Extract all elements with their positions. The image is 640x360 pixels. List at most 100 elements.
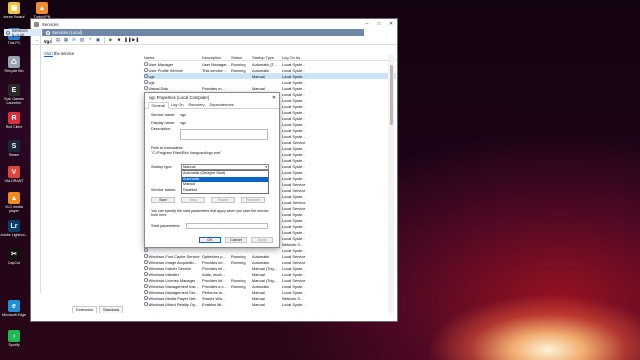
desktop-icon-2[interactable]: ▲ TurboVPN: [28, 2, 56, 19]
log-on-as-cell: Local Syste...: [282, 157, 306, 163]
tree-item-services-local[interactable]: Services (Local): [4, 28, 40, 38]
app-icon: e: [8, 300, 20, 312]
startup-type-cell: Manual: [252, 271, 265, 277]
minimize-icon[interactable]: –: [361, 21, 373, 27]
log-on-as-cell: Local Service: [282, 199, 306, 205]
service-name-row: Service name: vgc: [151, 111, 275, 119]
option-disabled[interactable]: Disabled: [182, 188, 268, 194]
stop-button[interactable]: Stop: [181, 197, 205, 203]
tab-recovery[interactable]: Recovery: [186, 102, 207, 108]
log-on-as-cell: Local Syste...: [282, 235, 306, 241]
log-on-as-cell: Local Syste...: [282, 283, 306, 289]
general-tab-body: Service name: vgc Display name: vgc Desc…: [151, 111, 275, 229]
gear-icon: [144, 302, 148, 306]
log-on-as-cell: Local Service: [282, 205, 306, 211]
desktop-icon-12[interactable]: e Microsoft Edge: [0, 300, 28, 317]
vertical-scrollbar[interactable]: [388, 55, 394, 313]
startup-type-cell: Manual: [252, 289, 265, 295]
description-row: Description:: [151, 127, 275, 140]
window-title: Services: [42, 21, 59, 27]
start-button[interactable]: Start: [151, 197, 175, 203]
stop-service-icon[interactable]: ■: [116, 37, 122, 43]
service-name-text: Windows Insider Service: [148, 265, 192, 271]
gear-icon: [144, 284, 148, 288]
gear-icon: [144, 278, 148, 282]
tab-log-on[interactable]: Log On: [169, 102, 186, 108]
selected-service-name: vgc: [44, 39, 52, 44]
log-on-as-cell: Local Service: [282, 139, 306, 145]
description-cell: Provides m...: [202, 85, 225, 91]
service-name-text: Windows Media Player Net...: [148, 295, 199, 301]
service-name-cell: Windows Image Acquisitio...: [144, 260, 202, 265]
start-service-link[interactable]: Start: [44, 51, 53, 56]
restart-service-icon[interactable]: ▶❚: [132, 37, 139, 43]
gear-icon: [144, 266, 148, 270]
dialog-title: vgc Properties (Local Computer): [149, 95, 210, 100]
status-cell: Running: [231, 67, 246, 73]
column-header-description[interactable]: Description: [202, 55, 231, 60]
description-cell: Enables Mi...: [202, 301, 225, 307]
apply-button[interactable]: Apply: [251, 237, 273, 243]
scrollbar-thumb[interactable]: [389, 65, 393, 125]
maximize-icon[interactable]: □: [373, 21, 385, 27]
desktop-icon-1[interactable]: ▣ Imran Yousuf: [0, 2, 28, 19]
service-name-cell: Windows Mixed Reality Op...: [144, 302, 202, 307]
startup-type-cell: Automatic: [252, 67, 270, 73]
tab-general[interactable]: General: [148, 102, 169, 109]
log-on-as-cell: Network S...: [282, 241, 304, 247]
column-header-name[interactable]: Name: [144, 55, 202, 60]
status-cell: Running: [231, 61, 246, 67]
log-on-as-cell: Local Syste...: [282, 145, 306, 151]
service-name-cell: vgc: [144, 74, 202, 79]
log-on-as-cell: Local Syste...: [282, 85, 306, 91]
service-name-text: vgc: [148, 73, 155, 79]
log-on-as-cell: Local Syste...: [282, 301, 306, 307]
tab-standard[interactable]: Standard: [98, 306, 124, 313]
column-header-log-on-as[interactable]: Log On As: [282, 55, 312, 60]
log-on-as-cell: Local Syste...: [282, 109, 306, 115]
pause-button[interactable]: Pause: [211, 197, 235, 203]
log-on-as-cell: Local Service: [282, 187, 306, 193]
log-on-as-cell: Local Syste...: [282, 289, 306, 295]
log-on-as-cell: Local Syste...: [282, 133, 306, 139]
gear-icon: [144, 260, 148, 264]
cancel-button[interactable]: Cancel: [225, 237, 247, 243]
pause-service-icon[interactable]: ❚❚: [124, 37, 132, 43]
column-header-status[interactable]: Status: [231, 55, 252, 60]
tab-extended[interactable]: Extended: [72, 306, 97, 313]
description-label: Description:: [151, 127, 172, 131]
desktop-icon-13[interactable]: ♪ Spotify: [0, 330, 28, 347]
start-service-line: Start the service: [44, 51, 110, 56]
startup-type-cell: Manual (Trig...: [252, 265, 277, 271]
dialog-close-icon[interactable]: ✕: [269, 95, 279, 101]
log-on-as-cell: Local Service: [282, 277, 306, 283]
column-header-startup-type[interactable]: Startup Type: [252, 55, 282, 60]
startup-type-cell: Automatic: [252, 253, 270, 259]
close-icon[interactable]: ✕: [385, 21, 397, 27]
app-icon: ▣: [8, 2, 20, 14]
start-parameters-hint: You can specify the start parameters tha…: [151, 209, 269, 218]
service-control-buttons: Start Stop Pause Resume: [151, 197, 265, 203]
service-status-label: Service status:: [151, 188, 176, 192]
dialog-titlebar[interactable]: vgc Properties (Local Computer) ✕: [145, 93, 279, 102]
desktop-icon-label: Spotify: [8, 343, 20, 347]
gear-icon: [144, 272, 148, 276]
gear-icon: [144, 248, 148, 252]
service-name-cell: vgk: [144, 80, 202, 85]
log-on-as-cell: Local Syste...: [282, 67, 306, 73]
service-name-cell: User Manager: [144, 62, 202, 67]
startup-type-cell: Manual: [252, 73, 265, 79]
window-titlebar[interactable]: Services – □ ✕: [31, 19, 397, 29]
service-name-text: Virtual Disk: [148, 85, 169, 91]
description-box[interactable]: [180, 129, 268, 140]
tab-dependencies[interactable]: Dependencies: [207, 102, 236, 108]
log-on-as-cell: Local Syste...: [282, 223, 306, 229]
table-row[interactable]: Windows Mixed Reality Op... Enables Mi...…: [144, 301, 396, 307]
start-parameters-input[interactable]: [186, 223, 268, 229]
ok-button[interactable]: OK: [199, 237, 221, 243]
app-icon: ♪: [8, 330, 20, 342]
status-cell: Running: [231, 283, 246, 289]
resume-button[interactable]: Resume: [241, 197, 265, 203]
start-service-suffix: the service: [52, 51, 75, 56]
content-header: Services (Local): [42, 29, 364, 36]
